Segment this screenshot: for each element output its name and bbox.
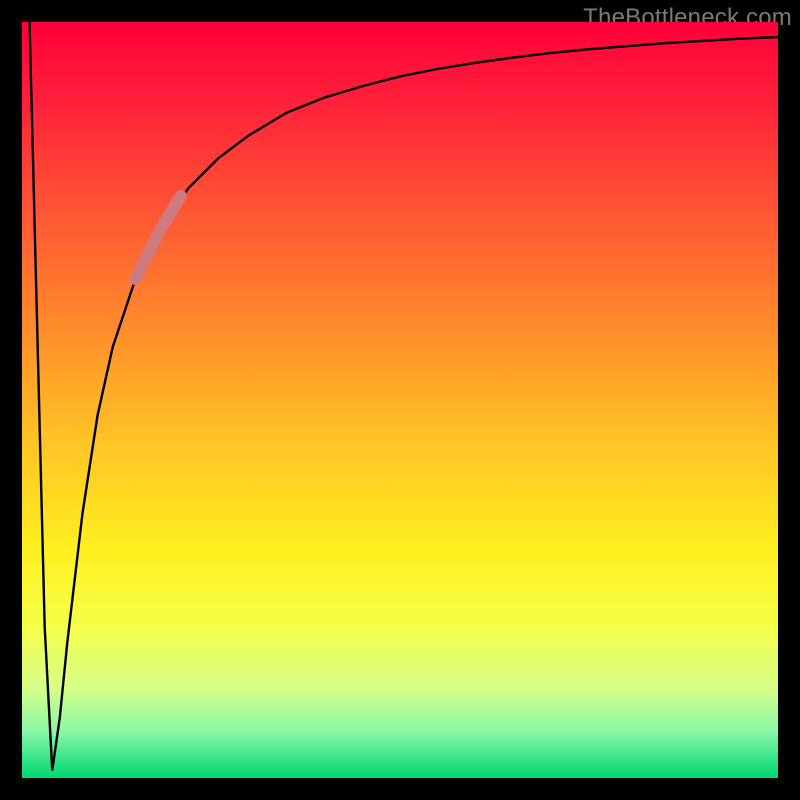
curve-svg: [22, 22, 778, 778]
highlight-segment: [135, 196, 180, 279]
bottleneck-curve: [30, 22, 778, 770]
plot-area: [22, 22, 778, 778]
chart-container: TheBottleneck.com: [0, 0, 800, 800]
